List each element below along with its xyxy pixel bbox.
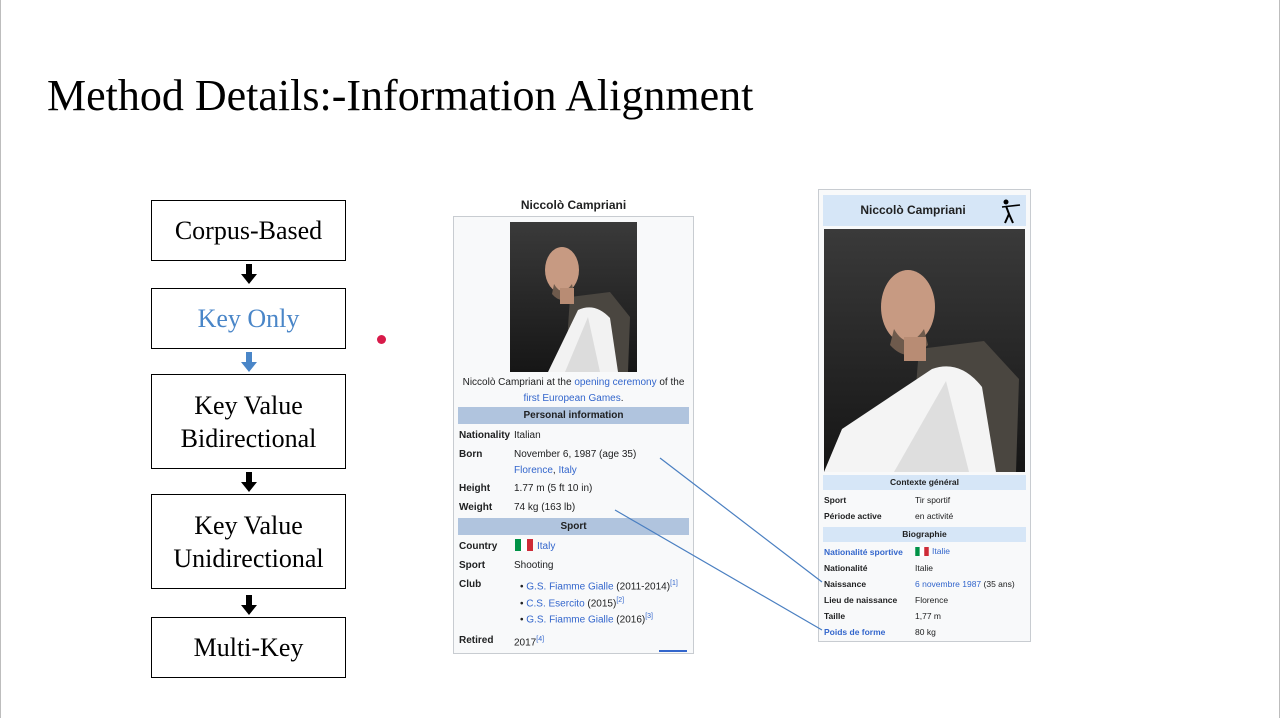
- sport-header: Sport: [458, 518, 689, 535]
- birthplace-city-link[interactable]: Florence: [514, 465, 553, 476]
- scroll-indicator: [659, 650, 687, 652]
- country-link[interactable]: Italy: [537, 541, 555, 552]
- caption-text: of the: [656, 377, 685, 388]
- shooter-icon: [1001, 199, 1021, 224]
- italy-flag-icon: [915, 547, 929, 556]
- en-infobox: Niccolò Campriani at the opening ceremon…: [453, 216, 694, 654]
- flow-step-multi-key: Multi-Key: [151, 617, 346, 678]
- club-label: Club: [459, 579, 482, 590]
- born-value: November 6, 1987 (age 35) Florence, Ital…: [514, 447, 636, 478]
- birth-value: 6 novembre 1987 (35 ans): [915, 579, 1015, 589]
- fr-nationality-value[interactable]: Italie: [915, 563, 933, 573]
- slide-title: Method Details:-Information Alignment: [47, 71, 754, 120]
- reference-link[interactable]: [1]: [670, 580, 678, 587]
- club-item: • G.S. Fiamme Gialle (2016)[3]: [520, 613, 654, 626]
- height-label: Height: [459, 483, 491, 494]
- born-label: Born: [459, 449, 483, 460]
- fr-sport-label: Sport: [824, 495, 847, 505]
- retired-year: 2017: [514, 637, 537, 649]
- fr-sport-value[interactable]: Tir sportif: [915, 495, 950, 505]
- birthplace-country-link[interactable]: Italy: [558, 465, 576, 476]
- club-years: (2016): [613, 614, 646, 626]
- photo-caption: Niccolò Campriani at the opening ceremon…: [454, 375, 693, 406]
- birth-date-link[interactable]: 6 novembre 1987: [915, 579, 981, 589]
- fr-height-value: 1,77 m: [915, 611, 941, 621]
- flow-step-label: Key Only: [197, 304, 300, 333]
- athlete-photo: [824, 229, 1025, 472]
- bio-header: Biographie: [823, 527, 1026, 542]
- fr-infobox: Niccolò Campriani Contexte général Sport…: [818, 189, 1031, 642]
- down-arrow-icon: [241, 352, 257, 372]
- personal-info-header: Personal information: [458, 407, 689, 424]
- context-header: Contexte général: [823, 475, 1026, 490]
- flow-step-key-only: Key Only: [151, 288, 346, 349]
- club-link[interactable]: G.S. Fiamme Gialle: [526, 614, 613, 625]
- caption-link[interactable]: first European Games: [523, 393, 620, 404]
- weight-value: 74 kg (163 lb): [514, 502, 576, 513]
- down-arrow-icon: [241, 595, 257, 615]
- club-years: (2015): [584, 598, 617, 610]
- club-link[interactable]: G.S. Fiamme Gialle: [526, 581, 613, 592]
- caption-text: Niccolò Campriani at the: [462, 377, 575, 388]
- fr-infobox-title: Niccolò Campriani: [860, 203, 966, 217]
- club-link[interactable]: C.S. Esercito: [526, 598, 584, 609]
- period-label: Période active: [824, 511, 882, 521]
- fr-weight-value: 80 kg: [915, 627, 936, 637]
- flow-step-label: Key Value Bidirectional: [180, 390, 317, 453]
- club-item: • G.S. Fiamme Gialle (2011-2014)[1]: [520, 580, 678, 593]
- country-label: Country: [459, 541, 498, 552]
- down-arrow-icon: [241, 472, 257, 492]
- flow-step-label: Key Value Unidirectional: [173, 510, 324, 573]
- nat-sport-label[interactable]: Nationalité sportive: [824, 547, 903, 557]
- fr-height-label: Taille: [824, 611, 846, 621]
- flow-step-label: Corpus-Based: [174, 216, 323, 245]
- en-infobox-title: Niccolò Campriani: [520, 198, 627, 212]
- retired-label: Retired: [459, 635, 494, 646]
- period-value: en activité: [915, 511, 954, 521]
- nationality-label: Nationality: [459, 430, 511, 441]
- birth-label: Naissance: [824, 579, 867, 589]
- birthplace-value[interactable]: Florence: [915, 595, 948, 605]
- caption-text: .: [620, 392, 624, 404]
- club-years: (2011-2014): [613, 581, 671, 593]
- athlete-photo: [510, 222, 637, 372]
- reference-link[interactable]: [4]: [536, 636, 544, 643]
- weight-label: Weight: [459, 502, 493, 513]
- reference-link[interactable]: [2]: [616, 597, 624, 604]
- nat-sport-link[interactable]: Italie: [932, 546, 950, 556]
- flow-step-key-value-unidirectional: Key Value Unidirectional: [151, 494, 346, 589]
- nat-sport-value: Italie: [915, 546, 950, 556]
- country-value: Italy: [514, 539, 555, 555]
- flow-step-label: Multi-Key: [193, 633, 304, 662]
- born-date: November 6, 1987 (age 35): [514, 449, 637, 460]
- laser-pointer-dot: [377, 335, 386, 344]
- italy-flag-icon: [515, 539, 533, 551]
- birthplace-label: Lieu de naissance: [824, 595, 898, 605]
- fr-infobox-titlebar: Niccolò Campriani: [823, 195, 1026, 226]
- flow-step-corpus-based: Corpus-Based: [151, 200, 346, 261]
- height-value: 1.77 m (5 ft 10 in): [514, 483, 593, 494]
- club-item: • C.S. Esercito (2015)[2]: [520, 597, 625, 610]
- fr-nationality-label: Nationalité: [824, 563, 868, 573]
- retired-value: 2017[4]: [514, 632, 544, 651]
- down-arrow-icon: [241, 264, 257, 284]
- sport-label: Sport: [459, 560, 486, 571]
- sport-value[interactable]: Shooting: [514, 558, 553, 574]
- nationality-value[interactable]: Italian: [514, 428, 541, 444]
- flow-step-key-value-bidirectional: Key Value Bidirectional: [151, 374, 346, 469]
- reference-link[interactable]: [3]: [645, 613, 653, 620]
- caption-link[interactable]: opening ceremony: [574, 377, 656, 388]
- fr-weight-label[interactable]: Poids de forme: [824, 627, 885, 637]
- birth-age: (35 ans): [981, 579, 1015, 589]
